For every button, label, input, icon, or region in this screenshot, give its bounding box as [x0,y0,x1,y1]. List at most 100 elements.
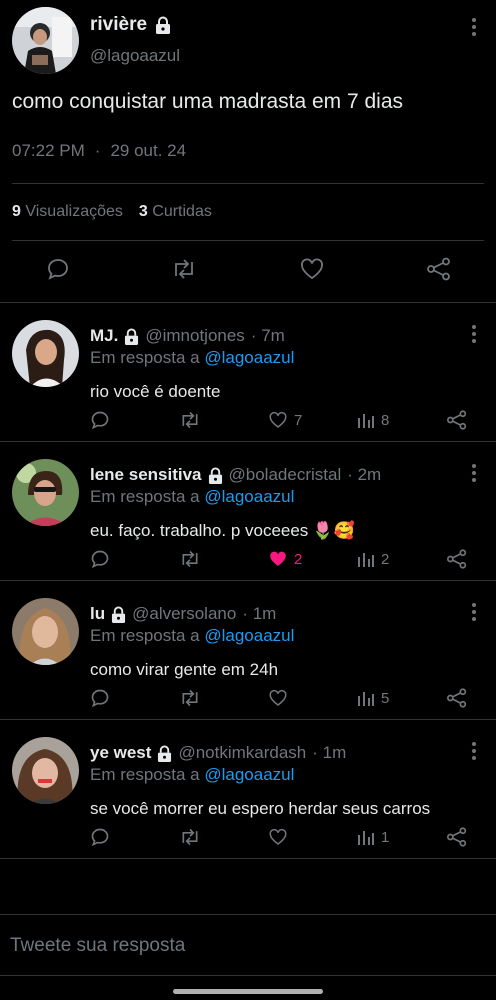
in-reply-to: Em resposta a @lagoaazul [90,487,294,507]
reply-text-content: se você morrer eu espero herdar seus car… [90,799,431,818]
avatar[interactable] [12,7,79,74]
like-count: 7 [294,411,303,429]
author-name[interactable]: rivière [90,14,171,36]
like-icon [268,410,288,430]
share-button[interactable] [446,549,468,569]
retweet-icon [179,410,201,430]
lock-icon [157,745,172,762]
avatar[interactable] [12,737,79,804]
reply-icon [90,827,110,847]
reply-actions: 1 [90,827,468,847]
reply-compose-bar[interactable]: Tweete sua resposta [0,914,496,976]
reply-handle[interactable]: @imnotjones [145,326,244,346]
more-icon[interactable] [472,325,476,343]
retweet-icon [179,688,201,708]
views-count: 1 [381,828,390,846]
share-icon [446,827,468,847]
reply-handle[interactable]: @boladecristal [229,465,342,485]
views-icon [357,550,375,568]
views-button[interactable]: 1 [357,828,397,846]
views-button[interactable]: 5 [357,689,397,707]
more-icon[interactable] [472,18,476,36]
reply-input-placeholder[interactable]: Tweete sua resposta [10,935,185,957]
views-label: Visualizações [25,203,123,220]
tweet-text: como conquistar uma madrasta em 7 dias [12,90,404,113]
reply-text: como virar gente em 24h [90,660,278,680]
views-count: 9 [12,203,21,220]
views-icon [357,828,375,846]
share-button[interactable] [446,410,468,430]
reply-tweet[interactable]: lene sensitiva @boladecristal · 2m Em re… [0,442,496,581]
author-handle[interactable]: @lagoaazul [90,46,180,66]
reply-tweet[interactable]: lu @alversolano · 1m Em resposta a @lago… [0,581,496,720]
like-count: 2 [294,550,303,568]
divider [12,183,484,184]
share-icon [446,410,468,430]
share-icon[interactable] [426,257,452,281]
in-reply-to: Em resposta a @lagoaazul [90,626,294,646]
share-button[interactable] [446,827,468,847]
reply-icon[interactable] [46,257,70,281]
lock-icon [124,328,139,345]
retweet-icon[interactable] [171,257,197,281]
reply-header: ye west @notkimkardash · 1m [90,743,346,763]
reply-tweet[interactable]: ye west @notkimkardash · 1m Em resposta … [0,720,496,859]
retweet-button[interactable] [179,410,219,430]
reply-handle[interactable]: @notkimkardash [178,743,306,763]
reply-emoji: 🌷🥰 [312,521,355,540]
in-reply-handle-link[interactable]: @lagoaazul [204,626,294,645]
reply-actions: 7 8 [90,410,468,430]
meta-separator: · [94,141,101,160]
in-reply-to: Em resposta a @lagoaazul [90,765,294,785]
reply-text: se você morrer eu espero herdar seus car… [90,799,430,819]
reply-icon [90,688,110,708]
retweet-button[interactable] [179,688,219,708]
reply-tweet[interactable]: MJ. @imnotjones · 7m Em resposta a @lago… [0,303,496,442]
reply-author-name[interactable]: lene sensitiva [90,465,202,485]
like-icon [268,827,288,847]
in-reply-handle-link[interactable]: @lagoaazul [204,487,294,506]
like-button[interactable]: 2 [268,549,308,569]
lock-icon [155,16,171,34]
share-button[interactable] [446,688,468,708]
like-icon[interactable] [299,257,325,281]
like-button[interactable] [268,827,308,847]
reply-author-name[interactable]: MJ. [90,326,118,346]
avatar[interactable] [12,598,79,665]
like-button[interactable] [268,688,308,708]
reply-button[interactable] [90,410,130,430]
reply-icon [90,549,110,569]
reply-text-content: como virar gente em 24h [90,660,279,679]
likes-stat[interactable]: 3 Curtidas [139,203,212,221]
views-icon [357,411,375,429]
tweet-timestamp: 07:22 PM · 29 out. 24 [12,141,186,161]
avatar[interactable] [12,320,79,387]
reply-button[interactable] [90,549,130,569]
avatar[interactable] [12,459,79,526]
reply-author-name[interactable]: ye west [90,743,151,763]
reply-text-content: rio você é doente [90,382,221,401]
reply-author-name[interactable]: lu [90,604,105,624]
reply-time: · 2m [347,465,382,484]
like-button[interactable]: 7 [268,410,308,430]
in-reply-handle-link[interactable]: @lagoaazul [204,765,294,784]
in-reply-label: Em resposta a [90,765,200,784]
reply-handle[interactable]: @alversolano [132,604,236,624]
views-count: 8 [381,411,390,429]
retweet-button[interactable] [179,827,219,847]
reply-time: · 1m [312,743,347,762]
reply-button[interactable] [90,827,130,847]
retweet-button[interactable] [179,549,219,569]
reply-time: · 7m [250,326,285,345]
views-stat[interactable]: 9 Visualizações [12,203,123,221]
more-icon[interactable] [472,464,476,482]
views-button[interactable]: 8 [357,411,397,429]
more-icon[interactable] [472,603,476,621]
in-reply-handle-link[interactable]: @lagoaazul [204,348,294,367]
more-icon[interactable] [472,742,476,760]
retweet-icon [179,549,201,569]
home-indicator[interactable] [173,989,323,994]
views-button[interactable]: 2 [357,550,397,568]
in-reply-label: Em resposta a [90,626,200,645]
reply-button[interactable] [90,688,130,708]
